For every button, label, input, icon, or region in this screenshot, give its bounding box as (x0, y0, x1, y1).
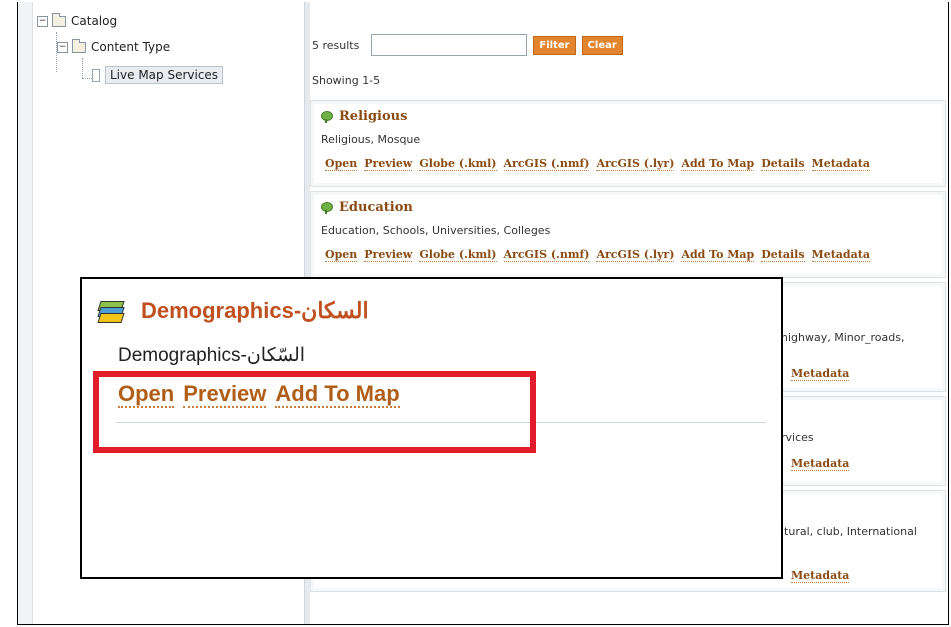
result-description: Education, Schools, Universities, Colleg… (321, 224, 551, 237)
result-description-tail: ltural, club, International (781, 525, 917, 538)
highlight-annotation-box (93, 371, 536, 453)
collapse-toggle-icon[interactable]: − (57, 41, 68, 53)
arcgis-nmf-link[interactable]: ArcGIS (.nmf) (503, 248, 590, 262)
popup-description: Demographics-السّكان (118, 345, 306, 366)
tree-node-content-type[interactable]: − Content Type (57, 38, 170, 54)
arcgis-lyr-link[interactable]: ArcGIS (.lyr) (596, 248, 675, 262)
globe-kml-link[interactable]: Globe (.kml) (419, 157, 497, 171)
globe-kml-link[interactable]: Globe (.kml) (419, 248, 497, 262)
result-links: Open Preview Globe (.kml) ArcGIS (.nmf) … (325, 248, 870, 262)
showing-range: Showing 1-5 (312, 74, 381, 87)
details-link[interactable]: Details (761, 157, 805, 171)
add-to-map-link[interactable]: Add To Map (681, 248, 755, 262)
result-title[interactable]: Education (321, 200, 413, 215)
result-card-education: Education Education, Schools, Universiti… (310, 191, 946, 278)
tree-node-label[interactable]: Catalog (71, 14, 117, 28)
popup-title[interactable]: Demographics-السكان (97, 298, 369, 324)
open-link[interactable]: Open (325, 157, 358, 171)
tree-node-label[interactable]: Content Type (91, 40, 170, 54)
filter-input[interactable] (371, 34, 528, 56)
arcgis-nmf-link[interactable]: ArcGIS (.nmf) (503, 157, 590, 171)
result-title[interactable]: Religious (321, 109, 407, 124)
tree-connector (82, 58, 83, 78)
result-card-religious: Religious Religious, Mosque Open Preview… (310, 100, 946, 187)
result-description-tail: highway, Minor_roads, (781, 331, 905, 344)
tree-node-label-selected[interactable]: Live Map Services (105, 66, 224, 84)
map-service-icon (321, 111, 333, 123)
metadata-link[interactable]: Metadata (791, 457, 850, 471)
metadata-link[interactable]: Metadata (811, 157, 870, 171)
tree-node-catalog[interactable]: − Catalog (37, 12, 117, 28)
arcgis-lyr-link[interactable]: ArcGIS (.lyr) (596, 157, 675, 171)
metadata-link[interactable]: Metadata (811, 248, 870, 262)
add-to-map-link[interactable]: Add To Map (681, 157, 755, 171)
folder-icon (72, 38, 86, 53)
metadata-link[interactable]: Metadata (791, 569, 850, 583)
tree-node-live-map-services[interactable]: Live Map Services (92, 66, 224, 84)
preview-link[interactable]: Preview (364, 248, 413, 262)
result-description: Religious, Mosque (321, 133, 421, 146)
layers-icon (97, 299, 125, 323)
map-service-icon (321, 202, 333, 214)
collapse-toggle-icon[interactable]: − (37, 15, 48, 27)
open-link[interactable]: Open (325, 248, 358, 262)
left-scroll-strip (18, 2, 33, 624)
results-count: 5 results (312, 38, 360, 52)
clear-button[interactable]: Clear (581, 35, 623, 55)
filter-bar: 5 results Filter Clear (312, 34, 623, 56)
metadata-link[interactable]: Metadata (791, 367, 850, 381)
folder-icon (52, 12, 66, 27)
details-link[interactable]: Details (761, 248, 805, 262)
popup-title-text[interactable]: Demographics-السكان (141, 298, 369, 324)
result-description-tail: rvices (781, 431, 814, 444)
result-title-text[interactable]: Education (339, 200, 413, 215)
preview-link[interactable]: Preview (364, 157, 413, 171)
result-title-text[interactable]: Religious (339, 109, 407, 124)
filter-button[interactable]: Filter (533, 35, 576, 55)
document-icon (92, 68, 100, 82)
result-links: Open Preview Globe (.kml) ArcGIS (.nmf) … (325, 157, 870, 171)
